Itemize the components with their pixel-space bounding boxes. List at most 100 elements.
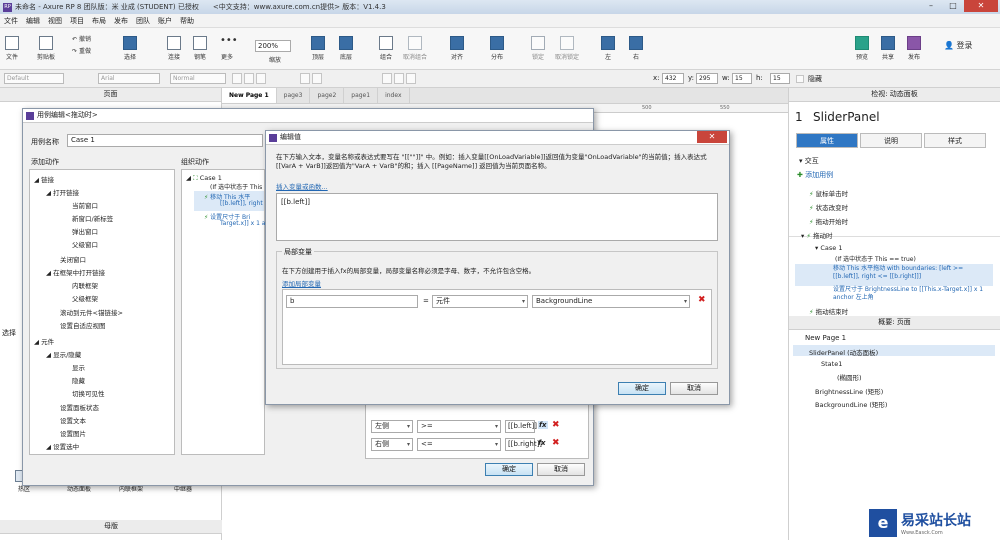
tree-scroll-to-widget[interactable]: 滚动到元件<锚链接> [60,307,123,317]
delete-boundary-2-icon[interactable]: ✖ [552,438,560,448]
file-button[interactable]: 文件 [4,36,20,61]
fill-color-button[interactable] [300,73,310,84]
edit-value-cancel-button[interactable]: 取消 [670,382,718,395]
tab-new-page-1[interactable]: New Page 1 [222,88,277,103]
tree-set-selected[interactable]: ◢ 设置选中 [46,441,79,451]
insert-variable-link[interactable]: 插入变量或函数... [276,181,328,191]
tab-page3[interactable]: page3 [277,88,311,103]
h-input[interactable]: 15 [770,73,790,84]
event-drag-end[interactable]: ⚡ 拖动结束时 [809,306,848,316]
bottom-layer-button[interactable]: 底层 [336,36,356,61]
right-button[interactable]: 右 [626,36,646,61]
action-move[interactable]: 移动 This 水平拖动 with boundaries: [left >= [… [833,265,991,281]
tree-inline-frame[interactable]: 内联框架 [72,280,98,290]
ungroup-button[interactable]: 取消组合 [400,36,430,61]
more-button[interactable]: ••• 更多 [216,36,238,62]
menu-view[interactable]: 视图 [44,16,66,26]
tab-index[interactable]: index [378,88,410,103]
boundary-value-input-2[interactable]: [[b.right]] [505,438,542,451]
outline-state1[interactable]: State1 [821,360,842,368]
outline-brightness-line[interactable]: BrightnessLine (矩形) [815,386,883,396]
publish-button[interactable]: 发布 [904,36,924,61]
clipboard-button[interactable]: 剪贴板 [34,36,58,61]
menu-account[interactable]: 账户 [154,16,176,26]
hidden-checkbox[interactable] [796,75,804,83]
font-select[interactable]: Arial [98,73,160,84]
tree-parent-window[interactable]: 父级窗口 [72,239,98,249]
boundary-side-select-1[interactable]: 左侧 [371,420,413,433]
menu-file[interactable]: 文件 [0,16,22,26]
group-button[interactable]: 组合 [376,36,396,61]
tree-link[interactable]: ◢ 链接 [34,174,54,184]
left-button[interactable]: 左 [598,36,618,61]
tree-hide[interactable]: 隐藏 [72,375,85,385]
underline-button[interactable] [256,73,266,84]
outline-ellipse[interactable]: (椭圆形) [837,372,862,382]
library-select-label[interactable]: 选择 [2,328,16,338]
y-input[interactable]: 295 [696,73,718,84]
line-color-button[interactable] [312,73,322,84]
connect-button[interactable]: 连接 [164,36,184,61]
event-state-change[interactable]: ⚡ 状态改变时 [809,202,848,212]
tree-widgets[interactable]: ◢ 元件 [34,336,54,346]
tree-show-hide[interactable]: ◢ 显示/隐藏 [46,349,81,359]
fx-button-2[interactable]: fx [538,439,546,447]
preview-button[interactable]: 预览 [852,36,872,61]
tab-style[interactable]: 样式 [924,133,986,148]
style-select[interactable]: Default [4,73,64,84]
tree-set-panel-state[interactable]: 设置面板状态 [60,402,99,412]
close-window-button[interactable]: ✕ [964,0,998,12]
italic-button[interactable] [244,73,254,84]
w-input[interactable]: 15 [732,73,752,84]
menu-layout[interactable]: 布局 [88,16,110,26]
tree-open-link[interactable]: ◢ 打开链接 [46,187,79,197]
local-var-type-select[interactable]: 元件 [432,295,528,308]
undo-button[interactable]: ↶ 撤销 [72,34,102,43]
tab-page2[interactable]: page2 [310,88,345,103]
tree-set-text[interactable]: 设置文本 [60,415,86,425]
tree-current-window[interactable]: 当前窗口 [72,200,98,210]
lock-button[interactable]: 锁定 [528,36,548,61]
x-input[interactable]: 432 [662,73,684,84]
event-drag-start[interactable]: ⚡ 拖动开始时 [809,216,848,226]
delete-local-var-icon[interactable]: ✖ [698,295,706,305]
tree-popup-window[interactable]: 弹出窗口 [72,226,98,236]
menu-team[interactable]: 团队 [132,16,154,26]
tab-notes[interactable]: 说明 [860,133,922,148]
edit-value-ok-button[interactable]: 确定 [618,382,666,395]
menu-edit[interactable]: 编辑 [22,16,44,26]
tree-toggle-visibility[interactable]: 切换可见性 [72,388,105,398]
case-ok-button[interactable]: 确定 [485,463,533,476]
outline-page[interactable]: New Page 1 [805,334,846,342]
tree-open-in-frame[interactable]: ◢ 在框架中打开链接 [46,267,105,277]
tree-parent-frame[interactable]: 父级框架 [72,293,98,303]
add-case-link[interactable]: ✚ 添加用例 [797,170,833,180]
case-node[interactable]: ▾ Case 1 [815,244,842,252]
local-var-target-select[interactable]: BackgroundLine [532,295,690,308]
local-var-name-input[interactable]: b [286,295,418,308]
menu-publish[interactable]: 发布 [110,16,132,26]
widget-name-field[interactable]: SliderPanel [813,110,880,124]
pen-button[interactable]: 钢笔 [190,36,210,61]
minimize-button[interactable]: – [920,0,942,12]
align-left-button[interactable] [382,73,392,84]
outline-slider-panel[interactable]: SliderPanel (动态面板) [809,347,878,357]
menu-project[interactable]: 项目 [66,16,88,26]
add-local-variable-link[interactable]: 添加局部变量 [282,278,321,288]
tab-properties[interactable]: 属性 [796,133,858,148]
redo-button[interactable]: ↷ 重做 [72,46,102,55]
bold-button[interactable] [232,73,242,84]
expression-textarea[interactable]: [[b.left]] [276,193,718,241]
outline-background-line[interactable]: BackgroundLine (矩形) [815,399,887,409]
tree-set-adaptive-view[interactable]: 设置自适应视图 [60,320,106,330]
boundary-side-select-2[interactable]: 右侧 [371,438,413,451]
case-name-input[interactable]: Case 1 [67,134,263,147]
login-button[interactable]: 👤 登录 [944,40,984,51]
tab-page1[interactable]: page1 [344,88,379,103]
top-layer-button[interactable]: 顶层 [308,36,328,61]
boundary-op-select-2[interactable]: <= [417,438,501,451]
unlock-button[interactable]: 取消锁定 [552,36,582,61]
event-drag[interactable]: ▾ ⚡ 拖动时 [801,230,833,240]
align-center-button[interactable] [394,73,404,84]
tree-new-window[interactable]: 新窗口/新标签 [72,213,113,223]
